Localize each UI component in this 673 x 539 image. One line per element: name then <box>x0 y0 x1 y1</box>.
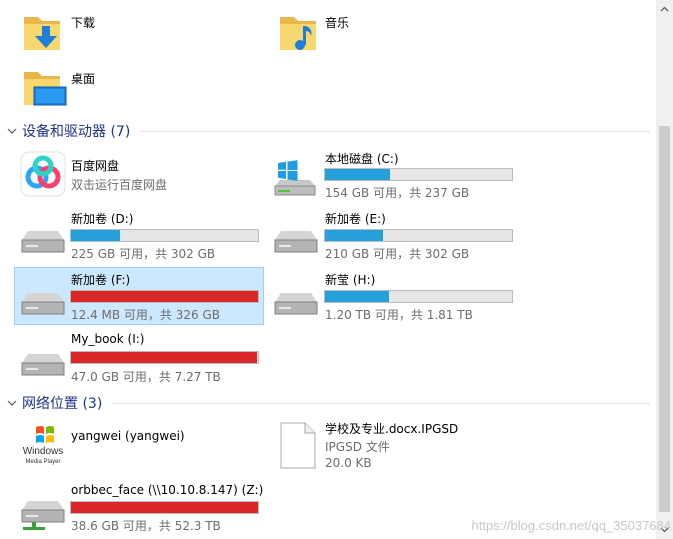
network-drive-icon <box>21 501 65 530</box>
chevron-down-icon[interactable] <box>6 397 18 409</box>
group-divider <box>112 402 650 404</box>
wmp-logo-text: Windows <box>23 446 64 457</box>
device-label: 本地磁盘 (C:) <box>325 152 399 166</box>
file-size: 20.0 KB <box>325 456 372 470</box>
device-capacity: 12.4 MB 可用，共 326 GB <box>71 308 220 322</box>
usage-bar-h <box>324 290 513 303</box>
device-capacity: 225 GB 可用，共 302 GB <box>71 247 216 261</box>
device-label: 新加卷 (E:) <box>325 212 386 226</box>
device-label: 新加卷 (D:) <box>71 212 134 226</box>
device-capacity: 38.6 GB 可用，共 52.3 TB <box>71 519 221 533</box>
hard-drive-icon <box>274 293 318 315</box>
device-label: 新莹 (H:) <box>325 273 376 287</box>
usage-bar-e <box>324 229 513 242</box>
windows-media-player-icon: Windows Media Player <box>23 426 64 465</box>
usage-bar-f <box>70 290 259 303</box>
windows-drive-icon <box>274 160 316 196</box>
watermark: https://blog.csdn.net/qq_35037684 <box>471 518 672 533</box>
folder-label: 桌面 <box>71 72 96 86</box>
device-capacity: 47.0 GB 可用，共 7.27 TB <box>71 370 221 384</box>
vertical-scrollbar[interactable] <box>656 0 673 539</box>
device-description: 双击运行百度网盘 <box>71 178 168 192</box>
usage-bar-z <box>70 501 259 514</box>
file-type: IPGSD 文件 <box>325 440 390 454</box>
group-header-devices[interactable]: 设备和驱动器 (7) <box>6 121 650 141</box>
group-title: 网络位置 (3) <box>22 396 103 412</box>
usage-bar-c <box>324 168 513 181</box>
hard-drive-icon <box>21 231 65 253</box>
network-label: orbbec_face (\\10.10.8.147) (Z:) <box>71 483 264 497</box>
music-folder-icon <box>280 17 316 50</box>
network-label: yangwei (yangwei) <box>71 429 185 443</box>
wmp-logo-subtext: Media Player <box>25 459 60 465</box>
scroll-up-arrow-icon[interactable] <box>659 4 670 15</box>
desktop-folder-icon <box>24 72 67 106</box>
device-capacity: 1.20 TB 可用，共 1.81 TB <box>325 308 473 322</box>
device-label: 新加卷 (F:) <box>71 273 131 287</box>
hard-drive-icon <box>21 354 65 376</box>
downloads-folder-icon <box>24 17 60 50</box>
file-icon <box>280 422 316 469</box>
folder-label: 音乐 <box>325 16 350 30</box>
device-label: My_book (I:) <box>71 332 145 346</box>
group-divider <box>140 130 650 132</box>
usage-bar-i <box>70 351 259 364</box>
device-capacity: 154 GB 可用，共 237 GB <box>325 186 470 200</box>
group-header-network[interactable]: 网络位置 (3) <box>6 393 650 413</box>
chevron-down-icon[interactable] <box>6 125 18 137</box>
device-label: 百度网盘 <box>71 159 120 173</box>
baidu-netdisk-icon <box>20 151 66 197</box>
folder-label: 下载 <box>71 16 96 30</box>
scrollbar-thumb[interactable] <box>659 126 670 512</box>
hard-drive-icon <box>274 231 318 253</box>
usage-bar-d <box>70 229 259 242</box>
hard-drive-icon <box>21 293 65 315</box>
group-title: 设备和驱动器 (7) <box>22 124 131 140</box>
device-capacity: 210 GB 可用，共 302 GB <box>325 247 470 261</box>
network-label: 学校及专业.docx.IPGSD <box>325 422 459 436</box>
